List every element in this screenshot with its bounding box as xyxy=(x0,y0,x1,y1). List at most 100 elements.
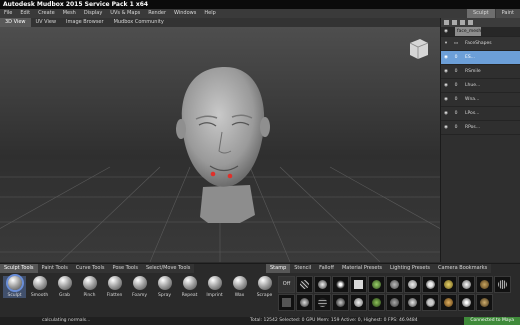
stamp-thumbnail[interactable] xyxy=(404,276,421,293)
tab-lighting-presets[interactable]: Lighting Presets xyxy=(386,264,434,273)
folder-icon: ▭ xyxy=(453,41,459,46)
grab-tool-button[interactable]: Grab xyxy=(53,276,76,298)
tab-3d-view[interactable]: 3D View xyxy=(0,18,31,27)
tab-mudbox-community[interactable]: Mudbox Community xyxy=(109,18,169,27)
wax-tool-button[interactable]: Wax xyxy=(228,276,251,298)
tab-image-browser[interactable]: Image Browser xyxy=(61,18,109,27)
stamp-thumbnail[interactable] xyxy=(440,276,457,293)
tab-falloff[interactable]: Falloff xyxy=(315,264,338,273)
stamp-thumbnail[interactable] xyxy=(278,294,295,311)
paint-workspace-tab[interactable]: Paint xyxy=(495,9,520,18)
viewport-scene xyxy=(0,39,440,262)
head-mesh[interactable] xyxy=(176,67,270,223)
view-cube-icon[interactable] xyxy=(409,39,429,59)
collapse-icon[interactable]: ▾ xyxy=(441,41,451,46)
object-list-panel: ◉ face_mesh ▾ ▭ FaceShapes ◉ 0 ES... ◉ 0… xyxy=(440,18,520,262)
foamy-tool-button[interactable]: Foamy xyxy=(128,276,151,298)
stamp-thumbnail[interactable] xyxy=(386,294,403,311)
list-item[interactable]: ◉ 0 LPos... xyxy=(441,107,520,121)
sculpt-workspace-tab[interactable]: Sculpt xyxy=(467,9,495,18)
menu-create[interactable]: Create xyxy=(34,9,59,18)
stamp-thumbnail[interactable] xyxy=(314,276,331,293)
smooth-tool-button[interactable]: Smooth xyxy=(28,276,51,298)
stamp-thumbnail[interactable] xyxy=(476,294,493,311)
stamp-thumbnail[interactable] xyxy=(296,276,313,293)
tab-camera-bookmarks[interactable]: Camera Bookmarks xyxy=(434,264,491,273)
tab-material-presets[interactable]: Material Presets xyxy=(338,264,386,273)
tab-stamp[interactable]: Stamp xyxy=(266,264,291,273)
stamp-thumbnail[interactable] xyxy=(440,294,457,311)
stamp-thumbnail[interactable] xyxy=(368,294,385,311)
stamp-thumbnail[interactable] xyxy=(332,276,349,293)
stamp-thumbnail[interactable] xyxy=(422,276,439,293)
options-icon[interactable] xyxy=(468,20,473,25)
stamp-thumbnail[interactable] xyxy=(458,294,475,311)
tab-paint-tools[interactable]: Paint Tools xyxy=(38,264,72,273)
eye-icon[interactable]: ◉ xyxy=(441,55,451,60)
list-item[interactable]: ◉ 0 RSmile xyxy=(441,65,520,79)
stamp-thumbnail[interactable] xyxy=(368,276,385,293)
pinch-tool-button[interactable]: Pinch xyxy=(78,276,101,298)
eye-icon[interactable]: ◉ xyxy=(441,29,451,34)
sculpt-tool-button[interactable]: Sculpt xyxy=(3,276,26,298)
menu-uvs-maps[interactable]: UVs & Maps xyxy=(106,9,144,18)
eye-icon[interactable]: ◉ xyxy=(441,125,451,130)
list-item[interactable]: ◉ face_mesh xyxy=(441,27,520,37)
stamp-thumbnail[interactable] xyxy=(350,276,367,293)
menu-help[interactable]: Help xyxy=(200,9,219,18)
list-item[interactable]: ◉ 0 RPos... xyxy=(441,121,520,135)
tab-stencil[interactable]: Stencil xyxy=(290,264,315,273)
delete-icon[interactable] xyxy=(460,20,465,25)
grab-icon xyxy=(57,276,72,290)
list-item[interactable]: ◉ 0 Wna... xyxy=(441,93,520,107)
menu-display[interactable]: Display xyxy=(80,9,106,18)
list-item[interactable]: ◉ 0 Lhue... xyxy=(441,79,520,93)
bottom-trays: Sculpt Tools Paint Tools Curve Tools Pos… xyxy=(0,263,520,317)
sculpt-icon xyxy=(7,276,22,290)
3d-viewport[interactable] xyxy=(0,27,440,262)
panel-toolbar xyxy=(441,18,520,27)
repeat-tool-button[interactable]: Repeat xyxy=(178,276,201,298)
scrape-tool-button[interactable]: Scrape xyxy=(253,276,276,298)
stamp-thumbnail[interactable] xyxy=(332,294,349,311)
eye-icon[interactable]: ◉ xyxy=(441,83,451,88)
menu-render[interactable]: Render xyxy=(144,9,170,18)
stamp-thumbnail[interactable] xyxy=(494,276,511,293)
stamp-thumbnail[interactable] xyxy=(296,294,313,311)
list-item[interactable]: ▾ ▭ FaceShapes xyxy=(441,37,520,51)
stamp-thumbnail[interactable] xyxy=(314,294,331,311)
menu-edit[interactable]: Edit xyxy=(16,9,34,18)
spray-tool-button[interactable]: Spray xyxy=(153,276,176,298)
tab-sculpt-tools[interactable]: Sculpt Tools xyxy=(0,264,38,273)
stamp-grid: Off xyxy=(278,276,511,311)
stamp-thumbnail[interactable] xyxy=(404,294,421,311)
tab-pose-tools[interactable]: Pose Tools xyxy=(108,264,141,273)
layer-name: Wna... xyxy=(465,97,480,102)
menu-windows[interactable]: Windows xyxy=(170,9,200,18)
stamp-thumbnail[interactable] xyxy=(386,276,403,293)
tool-label: Repeat xyxy=(181,293,198,298)
stamp-off[interactable]: Off xyxy=(278,276,295,293)
foamy-icon xyxy=(132,276,147,290)
tab-select-move-tools[interactable]: Select/Move Tools xyxy=(142,264,194,273)
sculpt-tool-row: Sculpt Smooth Grab Pinch Flatten Foamy S… xyxy=(3,276,276,298)
imprint-tool-button[interactable]: Imprint xyxy=(203,276,226,298)
stamp-thumbnail[interactable] xyxy=(350,294,367,311)
status-message: calculating normals... xyxy=(42,318,91,323)
menu-mesh[interactable]: Mesh xyxy=(59,9,80,18)
list-item[interactable]: ◉ 0 ES... xyxy=(441,51,520,65)
new-layer-icon[interactable] xyxy=(444,20,449,25)
eye-icon[interactable]: ◉ xyxy=(441,97,451,102)
visibility-value: 0 xyxy=(454,83,458,88)
eye-icon[interactable]: ◉ xyxy=(441,69,451,74)
root-name-field[interactable]: face_mesh xyxy=(455,27,481,36)
stamp-thumbnail[interactable] xyxy=(458,276,475,293)
tab-uv-view[interactable]: UV View xyxy=(31,18,62,27)
stamp-thumbnail[interactable] xyxy=(422,294,439,311)
tab-curve-tools[interactable]: Curve Tools xyxy=(72,264,109,273)
flatten-tool-button[interactable]: Flatten xyxy=(103,276,126,298)
folder-icon[interactable] xyxy=(452,20,457,25)
stamp-thumbnail[interactable] xyxy=(476,276,493,293)
menu-file[interactable]: File xyxy=(0,9,16,18)
eye-icon[interactable]: ◉ xyxy=(441,111,451,116)
